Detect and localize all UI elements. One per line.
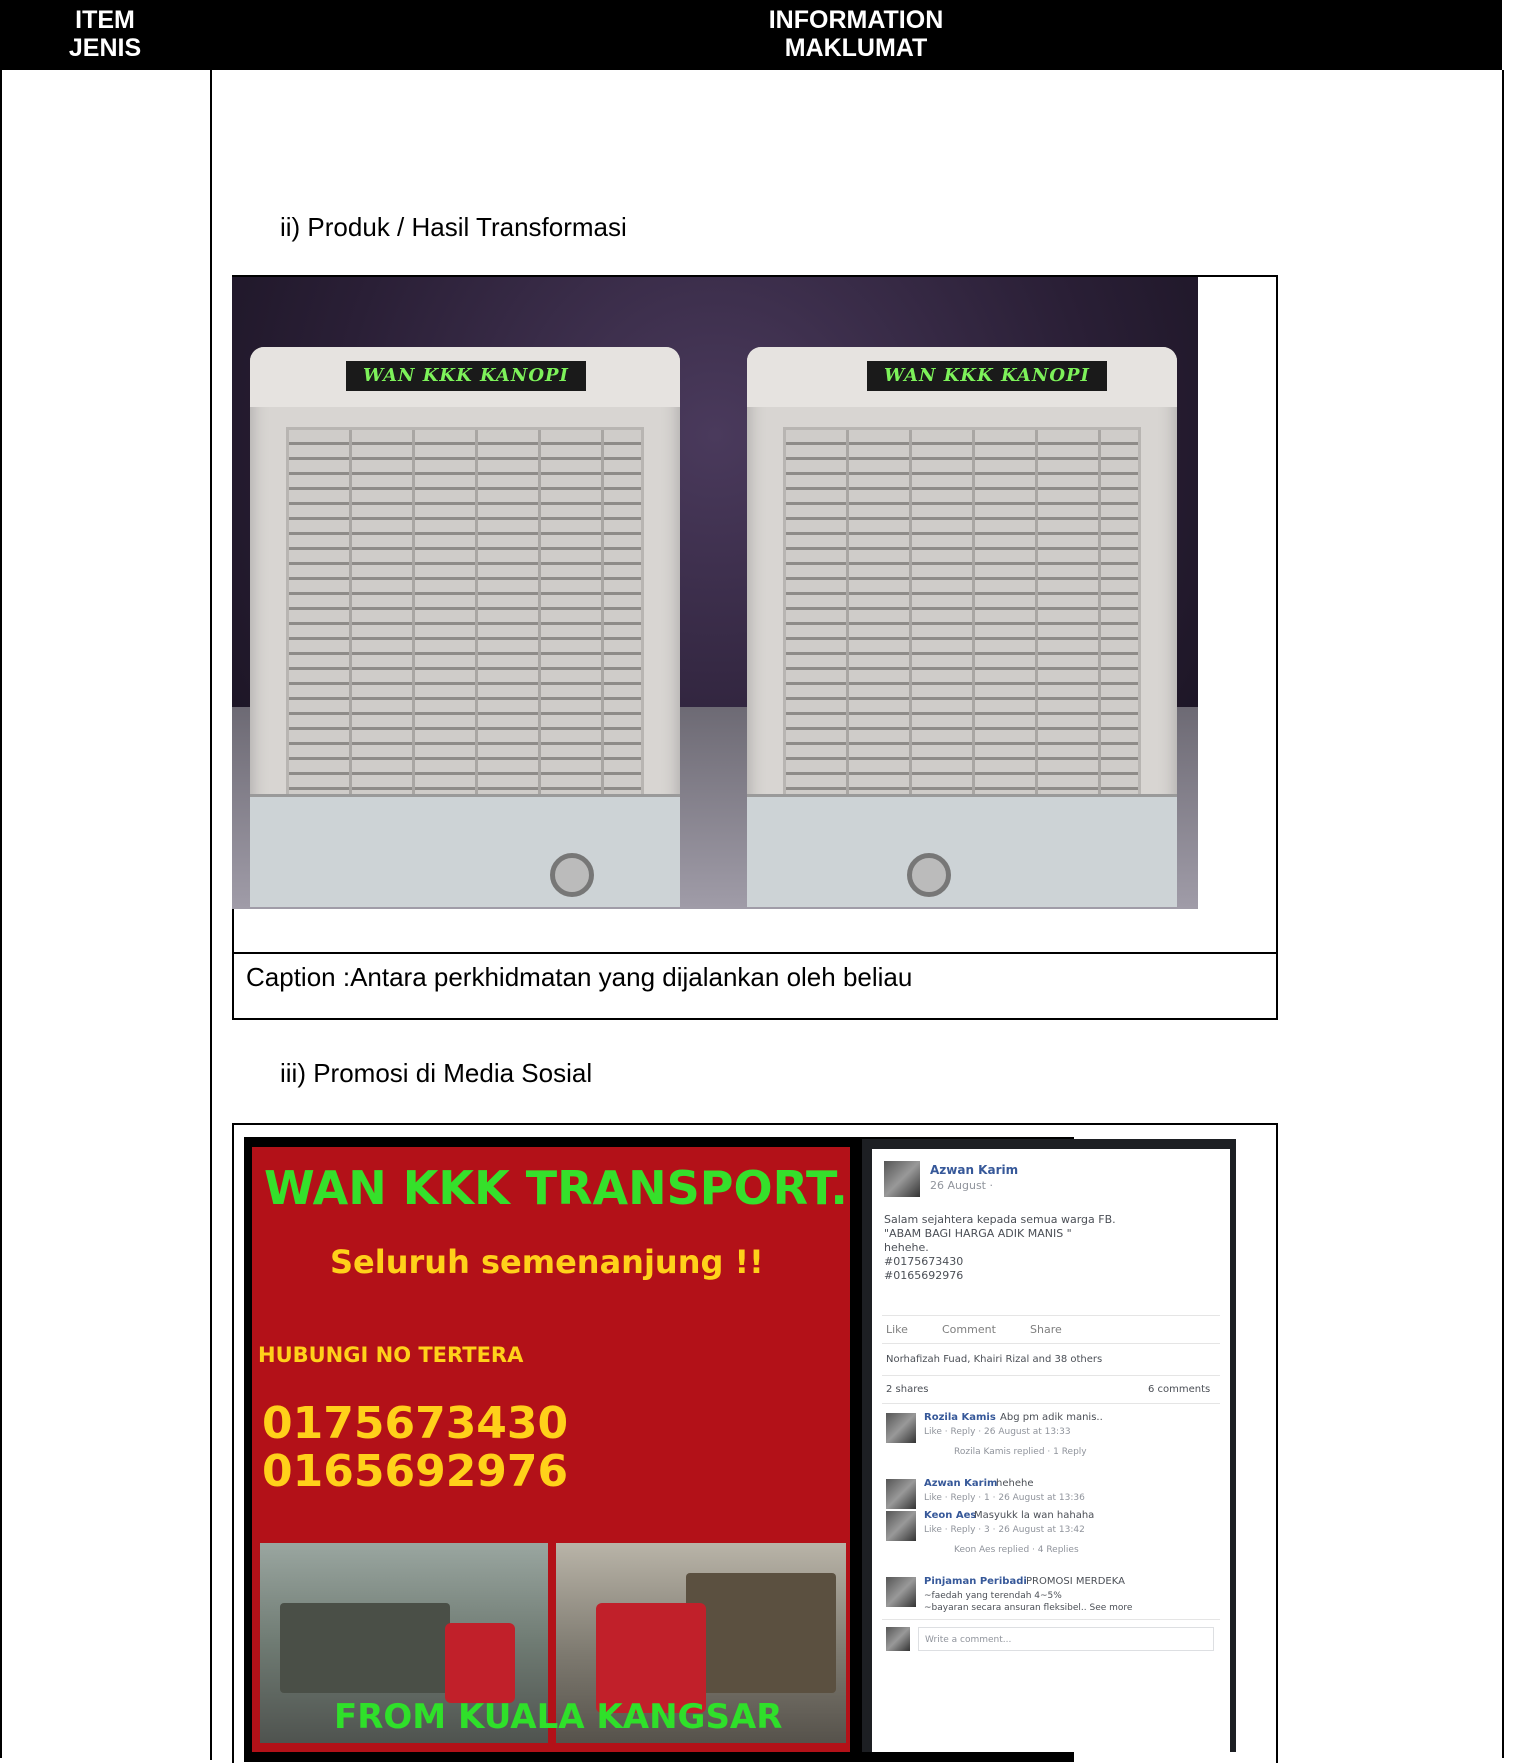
section-iii-title: iii) Promosi di Media Sosial (280, 1058, 593, 1088)
comment-meta: Like · Reply · 3 · 26 August at 13:42 (924, 1525, 1085, 1535)
comment-meta: Like · Reply · 1 · 26 August at 13:36 (924, 1493, 1085, 1503)
post-text-line: #0165692976 (884, 1269, 964, 1282)
cooler-wheel (907, 853, 951, 897)
share-action[interactable]: Share (1030, 1323, 1062, 1337)
table-header: ITEM JENIS INFORMATION MAKLUMAT (0, 0, 1502, 70)
post-author[interactable]: Azwan Karim (930, 1163, 1018, 1177)
post-text-line: hehehe. (884, 1241, 929, 1254)
product-figure: WAN KKK KANOPI WAN KKK KANOPI Caption :A… (232, 275, 1278, 1020)
column-divider (210, 70, 212, 1760)
maklumat-label: MAKLUMAT (784, 34, 928, 62)
commenter-avatar (886, 1577, 916, 1607)
comment-input-placeholder: Write a comment... (925, 1635, 1012, 1645)
comment-text: hehehe (996, 1478, 1034, 1489)
poster-contact-heading: HUBUNGI NO TERTERA (258, 1343, 524, 1367)
information-label: INFORMATION (768, 6, 944, 34)
cooler-grill (286, 427, 644, 808)
reaction-summary[interactable]: Norhafizah Fuad, Khairi Rizal and 38 oth… (886, 1353, 1102, 1367)
comments-count[interactable]: 6 comments (1148, 1383, 1210, 1397)
column-header-item: ITEM JENIS (0, 6, 210, 62)
author-avatar (884, 1161, 920, 1197)
section-ii-title: ii) Produk / Hasil Transformasi (280, 212, 627, 242)
transport-poster: WAN KKK TRANSPORT. Seluruh semenanjung !… (252, 1147, 850, 1752)
poster-subtitle: Seluruh semenanjung !! (330, 1243, 764, 1281)
cooler-brand-label: WAN KKK KANOPI (346, 361, 586, 391)
post-date: 26 August · (930, 1179, 993, 1192)
cooler-brand-label: WAN KKK KANOPI (867, 361, 1107, 391)
comment-action[interactable]: Comment (942, 1323, 996, 1337)
comment-input[interactable]: Write a comment... (918, 1627, 1214, 1651)
item-label: ITEM (75, 6, 135, 34)
poster-title: WAN KKK TRANSPORT. (264, 1161, 848, 1215)
poster-phone-2: 0165692976 (262, 1446, 569, 1497)
facebook-post-card: Azwan Karim 26 August · Salam sejahtera … (872, 1149, 1230, 1752)
cooler-grill (783, 427, 1141, 808)
cooler-wheel (550, 853, 594, 897)
like-action[interactable]: Like (886, 1323, 908, 1337)
product-photo: WAN KKK KANOPI WAN KKK KANOPI (232, 277, 1198, 909)
air-cooler-right: WAN KKK KANOPI (747, 347, 1177, 907)
comment-author[interactable]: Pinjaman Peribadi (924, 1575, 1027, 1589)
caption-divider (234, 952, 1276, 954)
comment-replies[interactable]: Keon Aes replied · 4 Replies (954, 1543, 1079, 1557)
promo-screenshot: WAN KKK TRANSPORT. Seluruh semenanjung !… (244, 1137, 1236, 1762)
post-text-line: #0175673430 (884, 1255, 964, 1268)
poster-phone-1: 0175673430 (262, 1398, 569, 1449)
comment-author[interactable]: Rozila Kamis (924, 1411, 996, 1425)
comment-author[interactable]: Keon Aes (924, 1509, 976, 1523)
viewer-avatar (886, 1627, 910, 1651)
post-text-line: "ABAM BAGI HARGA ADIK MANIS " (884, 1227, 1072, 1240)
social-media-figure: WAN KKK TRANSPORT. Seluruh semenanjung !… (232, 1123, 1278, 1763)
commenter-avatar (886, 1479, 916, 1509)
air-cooler-left: WAN KKK KANOPI (250, 347, 680, 907)
figure-caption: Caption :Antara perkhidmatan yang dijala… (246, 962, 913, 992)
comment-more[interactable]: ~bayaran secara ansuran fleksibel.. See … (924, 1601, 1132, 1615)
jenis-label: JENIS (68, 34, 142, 62)
comment-replies[interactable]: Rozila Kamis replied · 1 Reply (954, 1445, 1087, 1459)
poster-footer: FROM KUALA KANGSAR (334, 1697, 783, 1737)
comment-meta: Like · Reply · 26 August at 13:33 (924, 1427, 1071, 1437)
comment-text: Masyukk la wan hahaha (974, 1510, 1095, 1521)
comment-text: PROMOSI MERDEKA (1026, 1576, 1125, 1587)
post-text-line: Salam sejahtera kepada semua warga FB. (884, 1213, 1116, 1226)
shares-count[interactable]: 2 shares (886, 1383, 928, 1397)
comment-author[interactable]: Azwan Karim (924, 1477, 997, 1491)
comment-text: Abg pm adik manis.. (1000, 1412, 1103, 1423)
commenter-avatar (886, 1511, 916, 1541)
column-header-information: INFORMATION MAKLUMAT (210, 6, 1502, 62)
commenter-avatar (886, 1413, 916, 1443)
